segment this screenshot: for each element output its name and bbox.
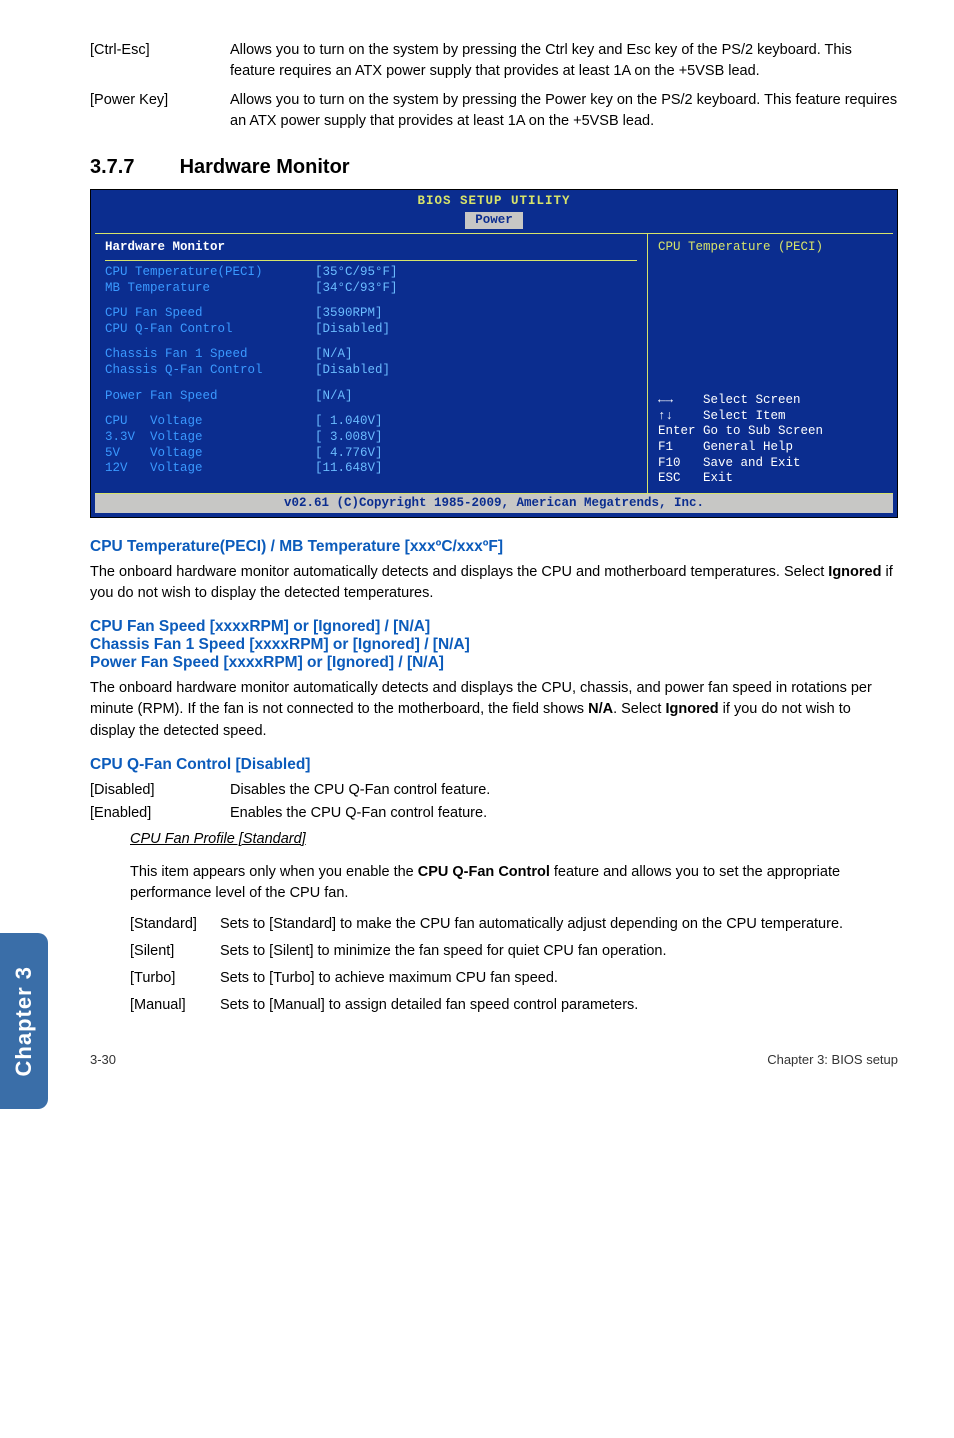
bios-left-panel: Hardware Monitor CPU Temperature(PECI)[3…: [95, 234, 647, 493]
section-title: 3.7.7 Hardware Monitor: [90, 156, 898, 179]
bios-key: MB Temperature: [105, 281, 315, 297]
subsection-body: The onboard hardware monitor automatical…: [90, 562, 898, 604]
bios-nav-line: F1 General Help: [658, 440, 823, 456]
bios-nav-line: ESC Exit: [658, 471, 823, 487]
profile-option-desc: Sets to [Standard] to make the CPU fan a…: [220, 914, 898, 935]
bios-val: [ 3.008V]: [315, 430, 383, 446]
bios-val: [Disabled]: [315, 363, 390, 379]
option-desc: Disables the CPU Q-Fan control feature.: [230, 780, 490, 802]
def-term: [Power Key]: [90, 90, 230, 132]
bios-key: 3.3V Voltage: [105, 430, 315, 446]
bios-val: [11.648V]: [315, 461, 383, 477]
bios-val: [N/A]: [315, 347, 353, 363]
subsection-heading: Chassis Fan 1 Speed [xxxxRPM] or [Ignore…: [90, 636, 898, 654]
profile-heading: CPU Fan Profile [Standard]: [130, 831, 898, 847]
subsection-heading: CPU Fan Speed [xxxxRPM] or [Ignored] / […: [90, 618, 898, 636]
def-desc: Allows you to turn on the system by pres…: [230, 90, 898, 132]
profile-option-desc: Sets to [Manual] to assign detailed fan …: [220, 995, 898, 1016]
option-term: [Enabled]: [90, 803, 230, 825]
bios-inner: Hardware Monitor CPU Temperature(PECI)[3…: [95, 233, 893, 494]
option-row: [Enabled] Enables the CPU Q-Fan control …: [90, 803, 898, 825]
profile-option-row: [Standard] Sets to [Standard] to make th…: [130, 914, 898, 935]
footer-page-number: 3-30: [90, 1052, 116, 1067]
option-desc: Enables the CPU Q-Fan control feature.: [230, 803, 487, 825]
profile-option-term: [Manual]: [130, 995, 220, 1016]
top-definitions: [Ctrl-Esc] Allows you to turn on the sys…: [90, 40, 898, 132]
def-desc: Allows you to turn on the system by pres…: [230, 40, 898, 82]
bios-key: 5V Voltage: [105, 446, 315, 462]
bios-key: 12V Voltage: [105, 461, 315, 477]
bios-tab-power: Power: [465, 212, 523, 230]
def-row: [Ctrl-Esc] Allows you to turn on the sys…: [90, 40, 898, 82]
bios-val: [N/A]: [315, 389, 353, 405]
bios-key: Power Fan Speed: [105, 389, 315, 405]
bios-val: [3590RPM]: [315, 306, 383, 322]
bios-nav-line: F10 Save and Exit: [658, 456, 823, 472]
footer-chapter-label: Chapter 3: BIOS setup: [767, 1052, 898, 1067]
page-footer: 3-30 Chapter 3: BIOS setup: [0, 1042, 954, 1087]
chapter-side-tab-label: Chapter 3: [11, 966, 37, 1076]
bios-nav-line: ↑↓ Select Item: [658, 409, 823, 425]
bios-key: Chassis Fan 1 Speed: [105, 347, 315, 363]
profile-option-term: [Standard]: [130, 914, 220, 935]
bios-nav-line: ←→ Select Screen: [658, 393, 823, 409]
bios-right-title: CPU Temperature (PECI): [658, 240, 883, 256]
profile-option-row: [Manual] Sets to [Manual] to assign deta…: [130, 995, 898, 1016]
subsection-heading: Power Fan Speed [xxxxRPM] or [Ignored] /…: [90, 654, 898, 672]
bios-key: CPU Voltage: [105, 414, 315, 430]
option-term: [Disabled]: [90, 780, 230, 802]
option-row: [Disabled] Disables the CPU Q-Fan contro…: [90, 780, 898, 802]
profile-option-desc: Sets to [Silent] to minimize the fan spe…: [220, 941, 898, 962]
profile-option-row: [Turbo] Sets to [Turbo] to achieve maxim…: [130, 968, 898, 989]
section-number: 3.7.7: [90, 156, 174, 179]
bios-val: [34°C/93°F]: [315, 281, 398, 297]
bios-nav-line: Enter Go to Sub Screen: [658, 424, 823, 440]
bios-val: [35°C/95°F]: [315, 265, 398, 281]
bios-key: CPU Temperature(PECI): [105, 265, 315, 281]
subsection-heading: CPU Temperature(PECI) / MB Temperature […: [90, 538, 898, 556]
profile-subsection: CPU Fan Profile [Standard] This item app…: [90, 831, 898, 1016]
profile-option-term: [Silent]: [130, 941, 220, 962]
subsection-body: The onboard hardware monitor automatical…: [90, 678, 898, 741]
bios-val: [ 4.776V]: [315, 446, 383, 462]
bios-nav-help: ←→ Select Screen ↑↓ Select Item Enter Go…: [658, 393, 823, 487]
profile-option-term: [Turbo]: [130, 968, 220, 989]
chapter-side-tab: Chapter 3: [0, 933, 48, 1109]
bios-key: CPU Fan Speed: [105, 306, 315, 322]
bios-right-panel: CPU Temperature (PECI) ←→ Select Screen …: [647, 234, 893, 493]
def-term: [Ctrl-Esc]: [90, 40, 230, 82]
profile-option-desc: Sets to [Turbo] to achieve maximum CPU f…: [220, 968, 898, 989]
section-name: Hardware Monitor: [180, 156, 350, 178]
bios-key: CPU Q-Fan Control: [105, 322, 315, 338]
bios-val: [Disabled]: [315, 322, 390, 338]
bios-key: Chassis Q-Fan Control: [105, 363, 315, 379]
bios-tabbar: Power: [91, 212, 897, 234]
profile-body: This item appears only when you enable t…: [130, 862, 898, 904]
profile-option-row: [Silent] Sets to [Silent] to minimize th…: [130, 941, 898, 962]
subsection-heading: CPU Q-Fan Control [Disabled]: [90, 756, 898, 774]
bios-header: BIOS SETUP UTILITY: [91, 190, 897, 212]
page-content: [Ctrl-Esc] Allows you to turn on the sys…: [0, 0, 954, 1042]
def-row: [Power Key] Allows you to turn on the sy…: [90, 90, 898, 132]
bios-val: [ 1.040V]: [315, 414, 383, 430]
bios-footer: v02.61 (C)Copyright 1985-2009, American …: [95, 494, 893, 514]
bios-left-title: Hardware Monitor: [105, 240, 637, 258]
bios-screenshot: BIOS SETUP UTILITY Power Hardware Monito…: [90, 189, 898, 518]
